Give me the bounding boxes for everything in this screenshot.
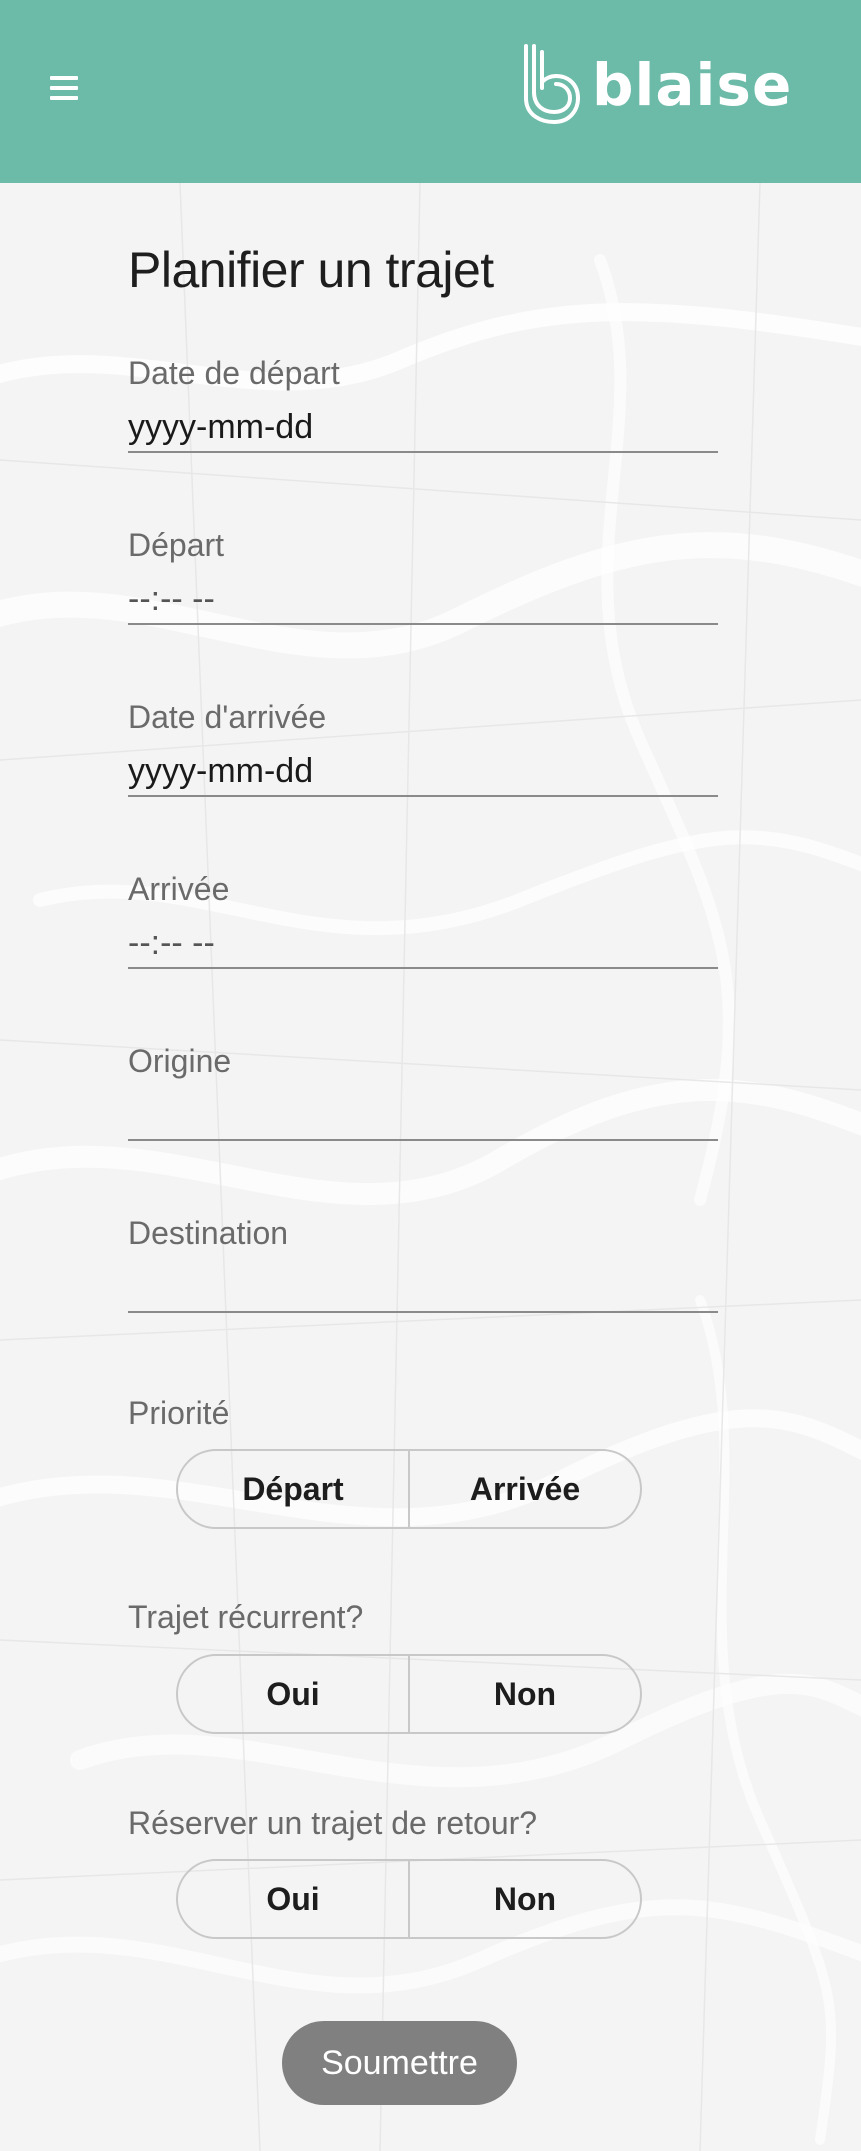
recurring-toggle: Oui Non [176,1654,642,1734]
departure-time-field: Départ [128,527,718,645]
priority-departure-option[interactable]: Départ [178,1451,408,1527]
destination-input[interactable] [128,1263,718,1313]
arrival-time-field: Arrivée [128,871,718,989]
return-trip-no-option[interactable]: Non [408,1861,640,1937]
recurring-no-option[interactable]: Non [408,1656,640,1732]
recurring-yes-option[interactable]: Oui [178,1656,408,1732]
hamburger-menu-icon-line [50,76,78,80]
top-bar: blaise [0,0,861,183]
brand-logo[interactable]: blaise [520,40,793,130]
menu-button[interactable] [44,70,88,106]
hamburger-menu-icon-line [50,86,78,90]
hamburger-menu-icon-line [50,96,78,100]
departure-time-label: Départ [128,527,225,563]
return-trip-label: Réserver un trajet de retour? [128,1805,538,1841]
brand-name: blaise [592,51,793,119]
origin-input[interactable] [128,1091,718,1141]
submit-button[interactable]: Soumettre [282,2021,517,2105]
departure-date-label: Date de départ [128,355,340,391]
arrival-date-field: Date d'arrivée [128,699,718,817]
destination-label: Destination [128,1215,289,1251]
destination-field: Destination [128,1215,718,1333]
departure-date-field: Date de départ [128,355,718,473]
arrival-time-input[interactable] [128,919,718,969]
departure-time-input[interactable] [128,575,718,625]
arrival-time-label: Arrivée [128,871,230,907]
origin-label: Origine [128,1043,232,1079]
priority-toggle: Départ Arrivée [176,1449,642,1529]
blaise-logo-mark-icon [524,44,580,124]
return-trip-yes-option[interactable]: Oui [178,1861,408,1937]
origin-field: Origine [128,1043,718,1161]
departure-date-input[interactable] [128,403,718,453]
arrival-date-label: Date d'arrivée [128,699,327,735]
priority-arrival-option[interactable]: Arrivée [408,1451,640,1527]
arrival-date-input[interactable] [128,747,718,797]
priority-label: Priorité [128,1395,230,1431]
recurring-label: Trajet récurrent? [128,1599,364,1635]
return-trip-toggle: Oui Non [176,1859,642,1939]
page-title: Planifier un trajet [128,242,494,298]
